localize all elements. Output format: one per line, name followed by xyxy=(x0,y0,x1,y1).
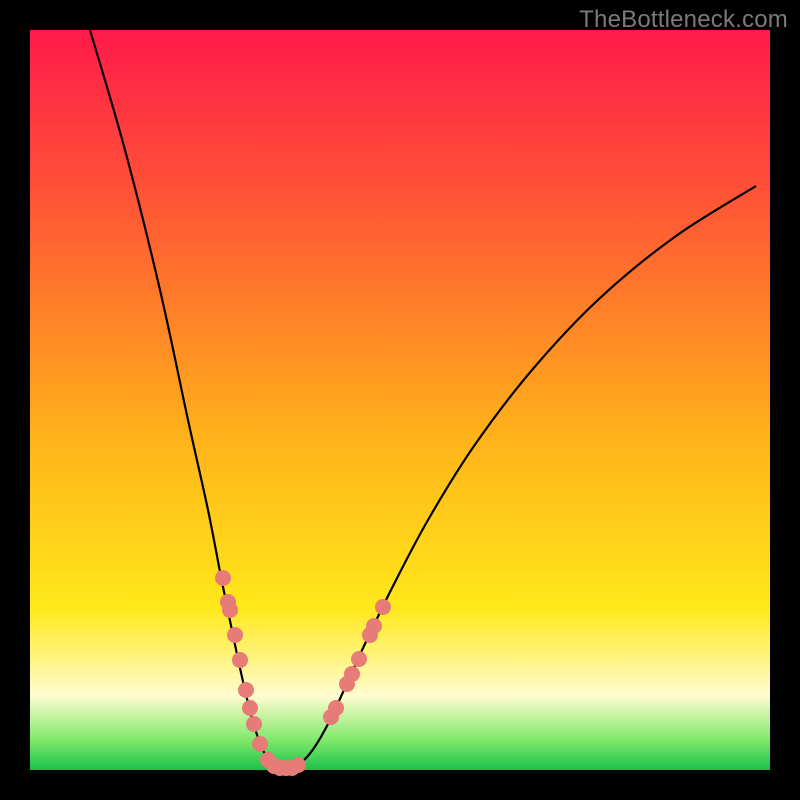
data-marker xyxy=(246,716,262,732)
data-marker xyxy=(366,618,382,634)
data-marker xyxy=(232,652,248,668)
data-marker xyxy=(242,700,258,716)
data-marker xyxy=(328,700,344,716)
data-marker xyxy=(252,736,268,752)
data-marker xyxy=(238,682,254,698)
data-marker xyxy=(375,599,391,615)
data-marker xyxy=(222,602,238,618)
chart-frame: TheBottleneck.com xyxy=(0,0,800,800)
data-marker xyxy=(351,651,367,667)
data-marker xyxy=(215,570,231,586)
plot-area xyxy=(30,30,770,770)
v-curve-path xyxy=(90,30,756,769)
data-marker xyxy=(227,627,243,643)
curve-layer xyxy=(30,30,770,770)
data-marker xyxy=(344,666,360,682)
data-marker xyxy=(290,757,306,773)
